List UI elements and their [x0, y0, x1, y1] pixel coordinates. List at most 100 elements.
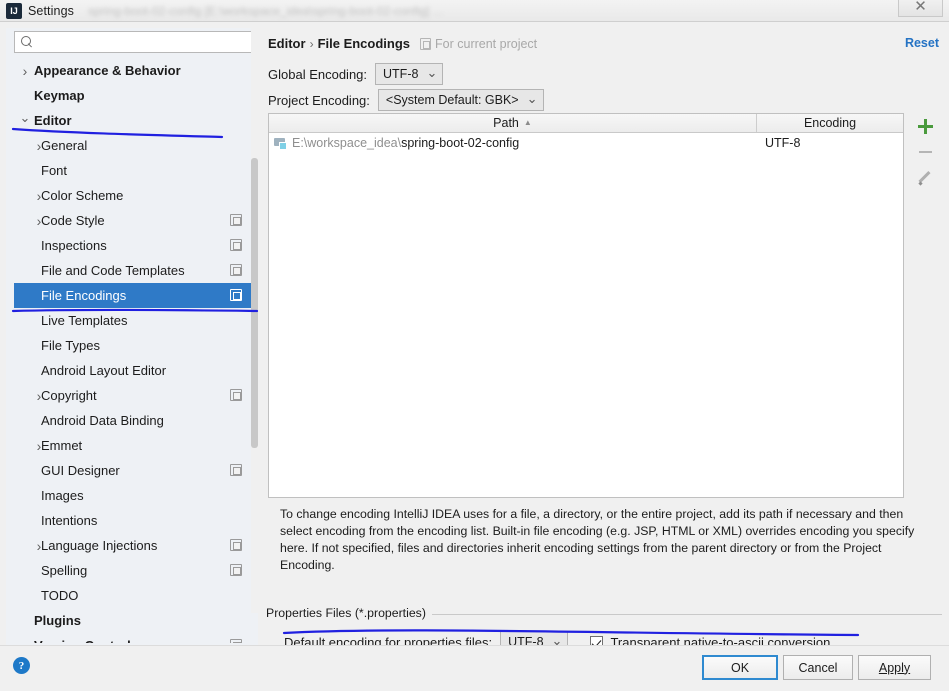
- table-cell-path: E:\workspace_idea\ spring-boot-02-config: [269, 136, 757, 150]
- help-icon[interactable]: ?: [13, 657, 30, 674]
- sidebar-item-copyright[interactable]: Copyright: [14, 383, 254, 408]
- project-encoding-label: Project Encoding:: [268, 92, 370, 108]
- description-text: To change encoding IntelliJ IDEA uses fo…: [280, 507, 915, 572]
- project-encoding-row: Project Encoding: <System Default: GBK>: [268, 89, 544, 111]
- column-header-encoding[interactable]: Encoding: [757, 114, 903, 132]
- sidebar-item-language-injections[interactable]: Language Injections: [14, 533, 254, 558]
- settings-dialog-window: Settings spring-boot-02-config [E:\works…: [0, 0, 949, 691]
- sidebar-item-file-types[interactable]: File Types: [14, 333, 254, 358]
- breadcrumb-parent[interactable]: Editor: [268, 36, 306, 51]
- sidebar-scrollbar-thumb[interactable]: [251, 158, 258, 448]
- sidebar-item-label: File Types: [41, 338, 101, 353]
- sidebar-item-keymap[interactable]: Keymap: [14, 83, 254, 108]
- global-encoding-dropdown[interactable]: UTF-8: [375, 63, 444, 85]
- chevron-right-icon[interactable]: [32, 538, 46, 554]
- title-bar: Settings spring-boot-02-config [E:\works…: [0, 0, 949, 22]
- search-input[interactable]: [38, 34, 243, 50]
- chevron-right-icon[interactable]: [18, 63, 32, 79]
- properties-group-title: Properties Files (*.properties): [266, 606, 432, 620]
- project-scope-icon: [230, 464, 242, 476]
- chevron-right-icon[interactable]: [32, 388, 46, 404]
- intellij-idea-icon: [6, 2, 22, 19]
- project-scope-icon: [230, 239, 242, 251]
- settings-sidebar: Appearance & Behavior Keymap Editor General…: [6, 28, 258, 645]
- sidebar-item-file-encodings[interactable]: File Encodings: [14, 283, 254, 308]
- sidebar-item-label: File and Code Templates: [41, 263, 185, 278]
- sort-ascending-icon: [524, 118, 532, 127]
- chevron-down-icon: [426, 65, 437, 81]
- sidebar-item-spelling[interactable]: Spelling: [14, 558, 254, 583]
- dialog-footer: ? OK Cancel Apply: [0, 645, 949, 691]
- sidebar-item-label: Android Layout Editor: [41, 363, 167, 378]
- project-scope-icon: [230, 214, 242, 226]
- project-scope-icon: [230, 564, 242, 576]
- add-button[interactable]: [912, 113, 938, 139]
- sidebar-item-emmet[interactable]: Emmet: [14, 433, 254, 458]
- path-name: spring-boot-02-config: [401, 136, 520, 150]
- breadcrumb-separator: ›: [309, 36, 314, 51]
- sidebar-item-intentions[interactable]: Intentions: [14, 508, 254, 533]
- close-icon[interactable]: ✕: [898, 0, 943, 17]
- ok-button[interactable]: OK: [702, 655, 778, 680]
- sidebar-item-color-scheme[interactable]: Color Scheme: [14, 183, 254, 208]
- sidebar-item-plugins[interactable]: Plugins: [14, 608, 254, 633]
- sidebar-item-appearance-behavior[interactable]: Appearance & Behavior: [14, 58, 254, 83]
- sidebar-item-label: File Encodings: [41, 288, 127, 303]
- chevron-down-icon[interactable]: [18, 113, 32, 129]
- dialog-body: Appearance & Behavior Keymap Editor General…: [0, 22, 949, 691]
- sidebar-item-live-templates[interactable]: Live Templates: [14, 308, 254, 333]
- sidebar-item-label: Emmet: [41, 438, 83, 453]
- chevron-right-icon[interactable]: [32, 188, 46, 204]
- search-box[interactable]: [14, 31, 254, 53]
- project-scope-icon: [230, 264, 242, 276]
- column-header-path[interactable]: Path: [269, 114, 757, 132]
- sidebar-item-general[interactable]: General: [14, 133, 254, 158]
- sidebar-item-label: Keymap: [34, 88, 85, 103]
- edit-button[interactable]: [912, 165, 938, 191]
- sidebar-item-file-and-code-templates[interactable]: File and Code Templates: [14, 258, 254, 283]
- sidebar-item-label: Live Templates: [41, 313, 128, 328]
- project-encoding-dropdown[interactable]: <System Default: GBK>: [377, 89, 544, 111]
- table-row[interactable]: E:\workspace_idea\ spring-boot-02-config U…: [269, 133, 903, 153]
- global-encoding-label: Global Encoding:: [268, 66, 368, 82]
- sidebar-item-gui-designer[interactable]: GUI Designer: [14, 458, 254, 483]
- remove-button[interactable]: [912, 139, 938, 165]
- sidebar-item-editor[interactable]: Editor: [14, 108, 254, 133]
- sidebar-item-android-data-binding[interactable]: Android Data Binding: [14, 408, 254, 433]
- sidebar-item-version-control[interactable]: Version Control: [14, 633, 254, 643]
- sidebar-scrollbar[interactable]: [251, 28, 258, 613]
- sidebar-item-android-layout-editor[interactable]: Android Layout Editor: [14, 358, 254, 383]
- sidebar-item-label: Android Data Binding: [41, 413, 164, 428]
- sidebar-item-font[interactable]: Font: [14, 158, 254, 183]
- sidebar-item-label: Inspections: [41, 238, 107, 253]
- page-title: File Encodings: [317, 36, 411, 51]
- apply-button[interactable]: Apply: [858, 655, 931, 680]
- cancel-button[interactable]: Cancel: [783, 655, 853, 680]
- sidebar-item-images[interactable]: Images: [14, 483, 254, 508]
- sidebar-item-label: Code Style: [41, 213, 105, 228]
- sidebar-item-label: Appearance & Behavior: [34, 63, 181, 78]
- sidebar-item-label: Copyright: [41, 388, 97, 403]
- encodings-table[interactable]: Path Encoding E:\workspace_idea\spring-b…: [268, 113, 904, 498]
- chevron-right-icon[interactable]: [32, 213, 46, 229]
- sidebar-item-code-style[interactable]: Code Style: [14, 208, 254, 233]
- window-title: Settings: [28, 3, 74, 18]
- plus-icon: [917, 118, 933, 134]
- table-cell-encoding[interactable]: UTF-8: [757, 136, 903, 150]
- project-scope-icon: [230, 539, 242, 551]
- sidebar-item-todo[interactable]: TODO: [14, 583, 254, 608]
- sidebar-item-label: TODO: [41, 588, 79, 603]
- chevron-right-icon[interactable]: [18, 638, 32, 644]
- sidebar-item-label: Editor: [34, 113, 72, 128]
- minus-icon: [918, 151, 932, 153]
- sidebar-item-label: Color Scheme: [41, 188, 124, 203]
- project-scope-icon: [230, 639, 242, 643]
- module-folder-icon: [274, 137, 287, 150]
- sidebar-item-inspections[interactable]: Inspections: [14, 233, 254, 258]
- chevron-right-icon[interactable]: [32, 138, 46, 154]
- sidebar-item-label: GUI Designer: [41, 463, 120, 478]
- global-encoding-value: UTF-8: [383, 67, 419, 81]
- reset-link[interactable]: Reset: [905, 36, 939, 50]
- settings-tree[interactable]: Appearance & Behavior Keymap Editor General…: [14, 58, 254, 643]
- chevron-right-icon[interactable]: [32, 438, 46, 454]
